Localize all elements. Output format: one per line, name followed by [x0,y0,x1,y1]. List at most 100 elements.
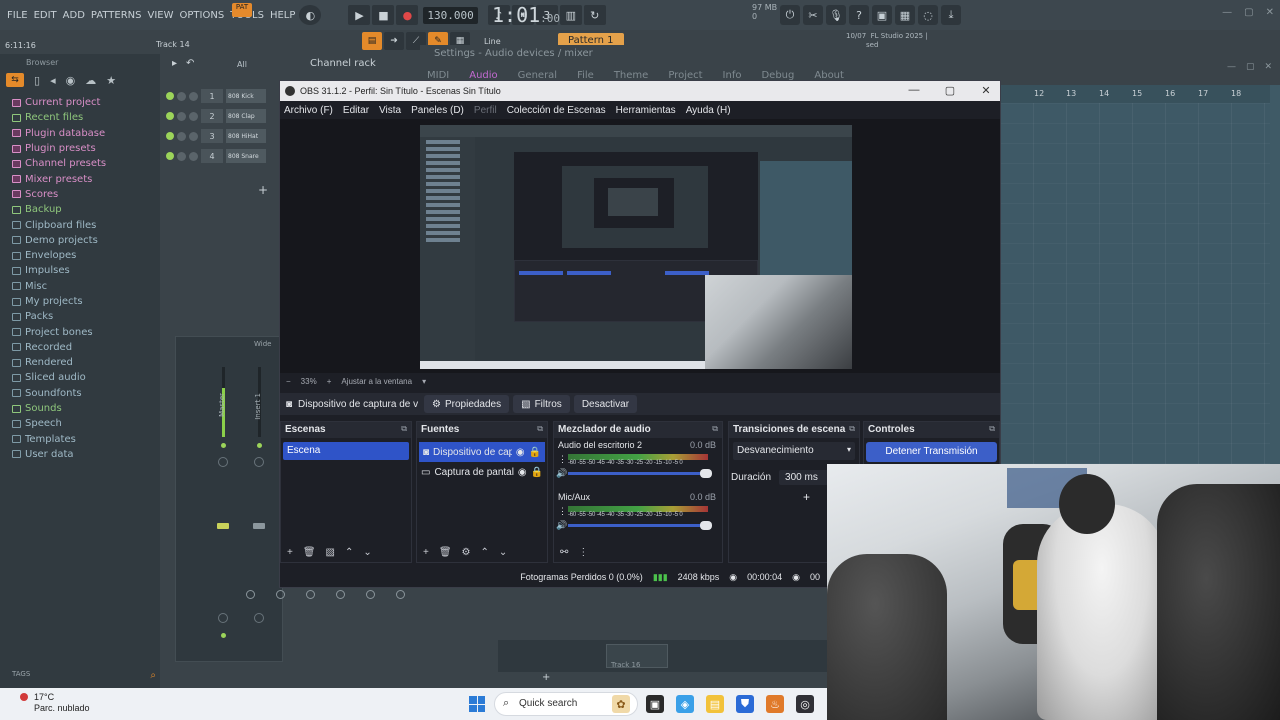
back-icon[interactable]: ◂ [50,74,56,87]
deactivate-button[interactable]: Desactivar [573,395,638,413]
refresh-icon[interactable]: ◉ [66,74,76,87]
stop-streaming-button[interactable]: Detener Transmisión [866,442,997,462]
minimize-icon[interactable]: — [906,84,922,97]
transition-select[interactable]: Desvanecimiento ▾ [733,442,855,460]
pat-song-toggle[interactable]: PAT [232,3,252,17]
browser-item[interactable]: Recorded [12,340,160,355]
save-icon[interactable]: ▣ [872,5,892,25]
chevron-down-icon[interactable]: ▾ [422,377,426,386]
menu-paneles[interactable]: Paneles (D) [411,105,464,116]
minimize-icon[interactable]: — [1227,62,1236,72]
security-icon[interactable]: ⛊ [736,695,754,713]
channel-row[interactable]: 2 808 Clap [166,106,278,126]
menu-herramientas[interactable]: Herramientas [616,105,676,116]
insert-knob-5[interactable] [366,590,375,599]
browser-item[interactable]: Sliced audio [12,370,160,385]
stream-preview[interactable] [420,125,852,369]
trash-icon[interactable]: 🗑 [303,547,316,558]
menu-editar[interactable]: Editar [343,105,369,116]
source-item[interactable]: ◙ Dispositivo de cap ◉ 🔒 [419,442,545,462]
browser-item[interactable]: Recent files [12,110,160,125]
record-icon[interactable]: ● [396,5,419,25]
chat-icon[interactable]: ◌ [918,5,938,25]
menu-help[interactable]: HELP [267,10,298,21]
zoom-in-icon[interactable]: + [327,377,332,386]
kebab-icon[interactable]: ⋮ [578,547,588,558]
speaker-icon[interactable]: 🔊 [556,520,567,531]
obs-taskbar-icon[interactable]: ◎ [796,695,814,713]
source-item[interactable]: ▭ Captura de pantal ◉ 🔒 [417,462,547,482]
file-explorer-icon[interactable]: ▤ [706,695,724,713]
popout-icon[interactable]: ⧉ [849,424,855,434]
browser-item[interactable]: Misc [12,279,160,294]
scene-item[interactable]: Escena [283,442,409,460]
browser-item[interactable]: Plugin database [12,126,160,141]
power-icon[interactable]: ⏻ [780,5,800,25]
add-channel-icon[interactable]: + [258,183,268,197]
channel-pan-knob[interactable] [177,111,186,121]
close-icon[interactable]: ✕ [978,84,994,97]
menu-ayuda[interactable]: Ayuda (H) [686,105,731,116]
browser-item[interactable]: Project bones [12,324,160,339]
browser-item[interactable]: Scores [12,187,160,202]
browser-item[interactable]: Rendered [12,355,160,370]
channel-row[interactable]: 4 808 Snare [166,146,278,166]
windows-start-icon[interactable] [469,696,485,712]
filter-icon[interactable]: ▧ [326,547,335,558]
menu-coleccion-escenas[interactable]: Colección de Escenas [507,105,606,116]
browser-item[interactable]: Speech [12,416,160,431]
chevron-up-icon[interactable]: ⌃ [345,547,353,558]
chevron-down-icon[interactable]: ⌄ [363,547,371,558]
arrow-right-icon[interactable]: ▸ [172,58,177,69]
master-active-dot[interactable] [221,443,226,448]
channel-active-led[interactable] [166,92,174,100]
zoom-out-icon[interactable]: − [286,377,291,386]
channel-name-button[interactable]: 808 Kick [226,89,266,103]
channel-active-led[interactable] [166,112,174,120]
step-edit-icon[interactable]: ▥ [559,5,582,25]
menu-edit[interactable]: EDIT [31,10,60,21]
add-track-icon[interactable]: + [542,672,550,683]
search-icon[interactable]: ⌕ [150,670,156,681]
browser-item[interactable]: Clipboard files [12,217,160,232]
channel-name-button[interactable]: 808 HiHat [226,129,266,143]
lock-icon[interactable]: 🔒 [531,467,543,478]
channel-pan-knob[interactable] [177,131,186,141]
playlist-icon[interactable]: ▤ [362,32,382,50]
maximize-icon[interactable]: ▢ [1246,62,1255,72]
browser-item[interactable]: My projects [12,294,160,309]
browser-item[interactable]: Sounds [12,401,160,416]
kebab-icon[interactable]: ⋮ [558,506,567,517]
browser-item[interactable]: Packs [12,309,160,324]
popout-icon[interactable]: ⧉ [712,424,718,434]
popout-icon[interactable]: ⧉ [989,424,995,434]
arrow-icon[interactable]: ➜ [384,32,404,50]
channel-active-led[interactable] [166,132,174,140]
copilot-icon[interactable]: ◈ [676,695,694,713]
add-icon[interactable]: + [287,547,293,558]
help-icon[interactable]: ? [849,5,869,25]
star-icon[interactable]: ★ [106,74,116,87]
channel-name-button[interactable]: 808 Snare [226,149,266,163]
browser-item[interactable]: Soundfonts [12,386,160,401]
popout-icon[interactable]: ⧉ [401,424,407,434]
channel-number[interactable]: 1 [201,89,223,103]
insert-knob-2[interactable] [276,590,285,599]
channel-row[interactable]: 3 808 HiHat [166,126,278,146]
menu-perfil[interactable]: Perfil [474,105,497,116]
volume-slider[interactable] [568,521,712,530]
lock-icon[interactable]: 🔒 [529,447,541,458]
chevron-down-icon[interactable]: ⌄ [499,547,507,558]
master-pan-knob[interactable] [218,457,228,467]
menu-file[interactable]: FILE [4,10,31,21]
browser-options-icon[interactable]: ⇆ [6,73,24,87]
browser-item[interactable]: Impulses [12,263,160,278]
maximize-icon[interactable]: ▢ [1244,7,1253,18]
channel-volume-knob[interactable] [189,111,198,121]
channel-row[interactable]: 1 808 Kick [166,86,278,106]
channel-volume-knob[interactable] [189,131,198,141]
insert-send-knob[interactable] [254,613,264,623]
insert-knob-4[interactable] [336,590,345,599]
task-view-icon[interactable]: ▣ [646,695,664,713]
duration-input[interactable]: 300 ms [779,470,832,485]
